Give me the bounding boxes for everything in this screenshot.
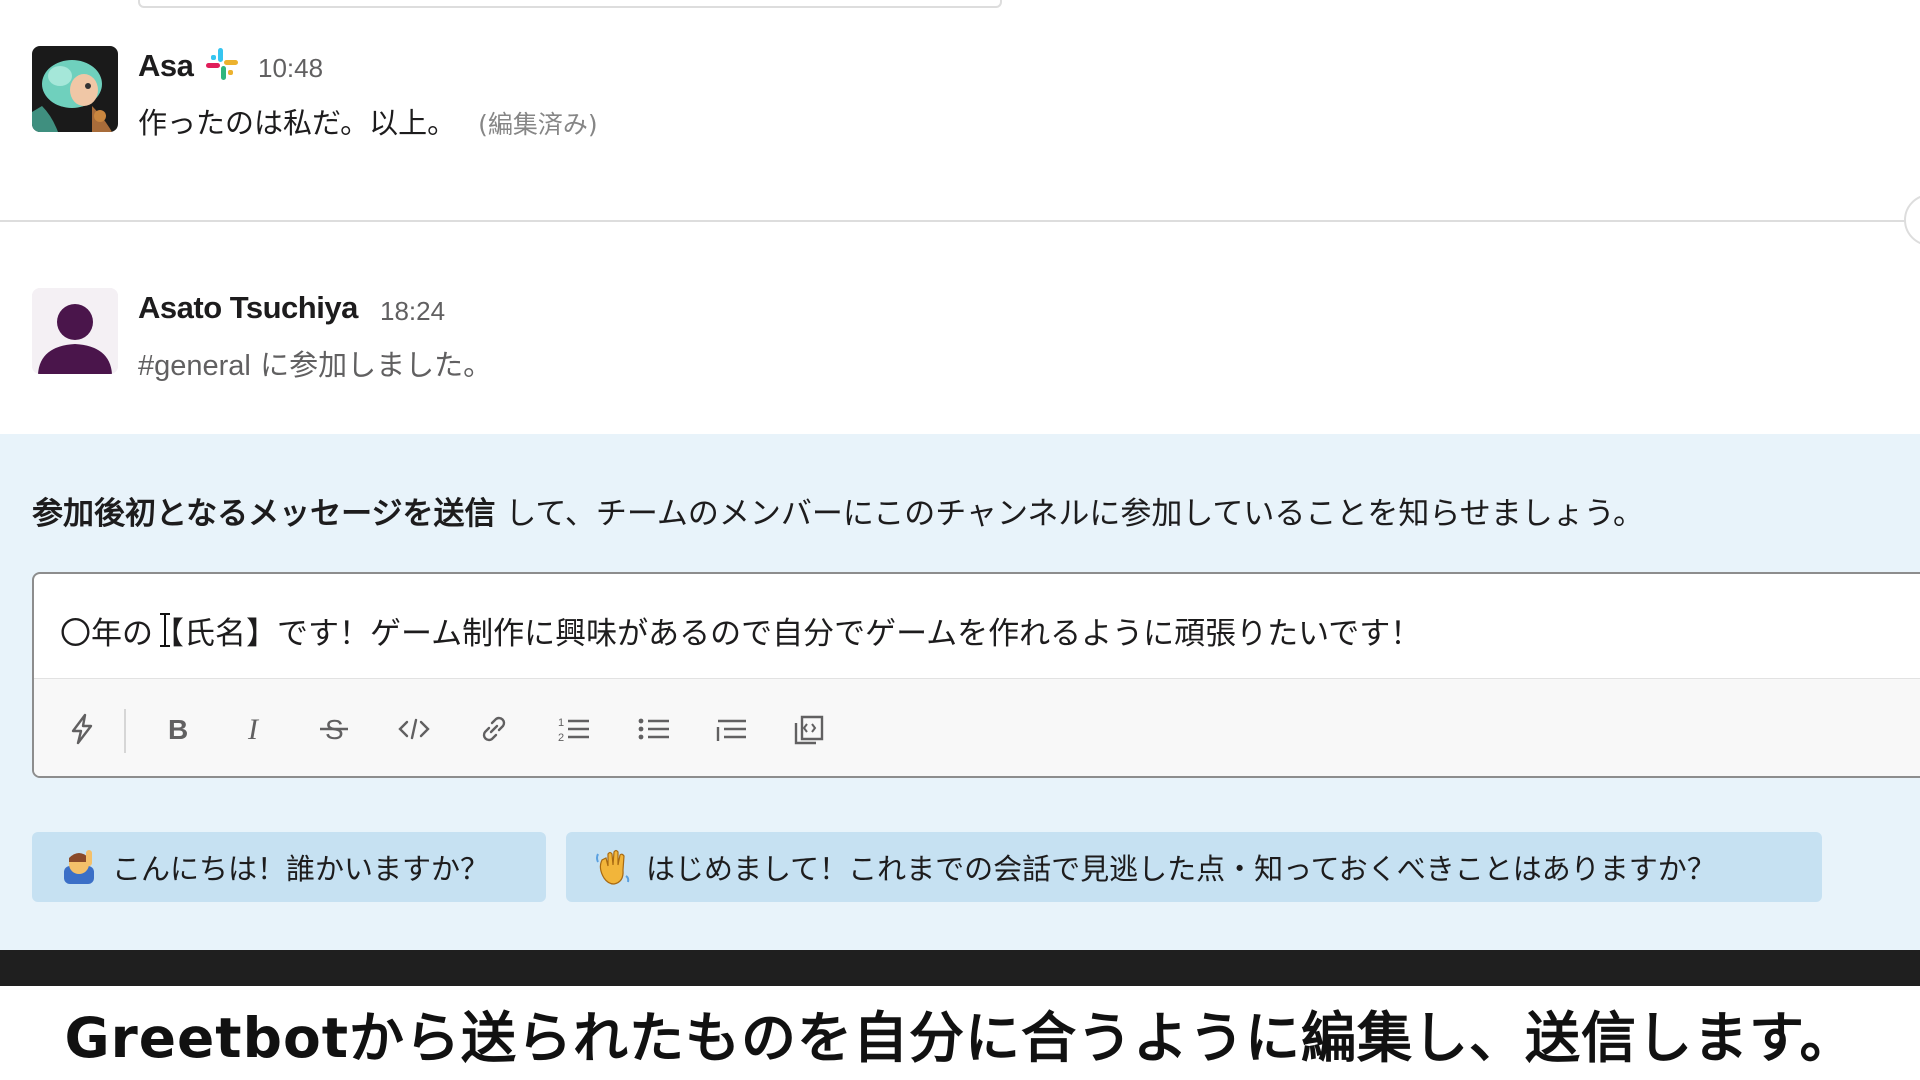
default-avatar-icon — [32, 288, 118, 374]
blockquote-icon[interactable] — [710, 707, 754, 751]
message-author-asato[interactable]: Asato Tsuchiya — [138, 290, 358, 326]
join-text: に参加しました。 — [260, 348, 493, 382]
channel-link[interactable]: #general — [138, 350, 251, 382]
shortcuts-icon[interactable] — [60, 707, 104, 751]
suggestion-label: はじめまして！これまでの会話で見逃した点・知っておくべきことはありますか？ — [646, 852, 1716, 886]
strikethrough-icon[interactable]: S — [312, 707, 356, 751]
bold-icon[interactable]: B — [156, 707, 200, 751]
video-caption: Greetbotから送られたものを自分に合うように編集し、送信します。 — [0, 986, 1920, 1080]
date-divider — [0, 220, 1920, 222]
slack-logo-icon — [204, 46, 240, 82]
ordered-list-icon[interactable]: 12 — [552, 707, 596, 751]
avatar-asato-tsuchiya[interactable] — [32, 288, 118, 374]
raising-hand-emoji — [64, 850, 94, 884]
message-timestamp[interactable]: 18:24 — [380, 296, 445, 327]
suggestion-chip-intro[interactable]: はじめまして！これまでの会話で見逃した点・知っておくべきことはありますか？ — [566, 832, 1822, 902]
svg-text:2: 2 — [558, 732, 564, 744]
message-composer[interactable]: 〇年の【氏名】です！ゲーム制作に興味があるので自分でゲームを作れるように頑張りた… — [32, 572, 1920, 778]
formatting-toolbar: B I S 12 — [34, 678, 1920, 776]
avatar-asa[interactable] — [32, 46, 118, 132]
bulleted-list-icon[interactable] — [632, 707, 676, 751]
waving-hand-emoji — [596, 849, 630, 885]
link-icon[interactable] — [472, 707, 516, 751]
message-timestamp[interactable]: 10:48 — [258, 53, 323, 84]
video-frame-bar — [0, 950, 1920, 986]
svg-text:I: I — [247, 713, 260, 746]
svg-text:1: 1 — [558, 717, 564, 729]
text-cursor-icon — [160, 613, 170, 647]
previous-message-card-edge — [138, 0, 1002, 8]
message-author-asa[interactable]: Asa — [138, 48, 194, 84]
greetbot-prompt-bold: 参加後初となるメッセージを送信 — [32, 496, 496, 532]
greetbot-prompt-text: して、チームのメンバーにこのチャンネルに参加していることを知らせましょう。 — [505, 496, 1644, 532]
composer-input[interactable]: 〇年の【氏名】です！ゲーム制作に興味があるので自分でゲームを作れるように頑張りた… — [60, 608, 1421, 653]
join-system-message: #general に参加しました。 — [138, 342, 492, 384]
code-block-icon[interactable] — [788, 707, 832, 751]
code-icon[interactable] — [392, 707, 436, 751]
svg-text:B: B — [168, 714, 188, 745]
italic-icon[interactable]: I — [234, 707, 278, 751]
suggestion-label: こんにちは！誰かいますか？ — [112, 852, 490, 886]
edited-label: (編集済み) — [478, 110, 598, 139]
message-text: 作ったのは私だ。以上。 (編集済み) — [138, 100, 598, 142]
suggestion-chip-hello[interactable]: こんにちは！誰かいますか？ — [32, 832, 546, 902]
message-body: 作ったのは私だ。以上。 — [138, 106, 457, 140]
greetbot-prompt: 参加後初となるメッセージを送信 して、チームのメンバーにこのチャンネルに参加して… — [32, 488, 1644, 533]
toolbar-separator — [124, 709, 126, 753]
date-divider-pill[interactable] — [1904, 194, 1920, 246]
